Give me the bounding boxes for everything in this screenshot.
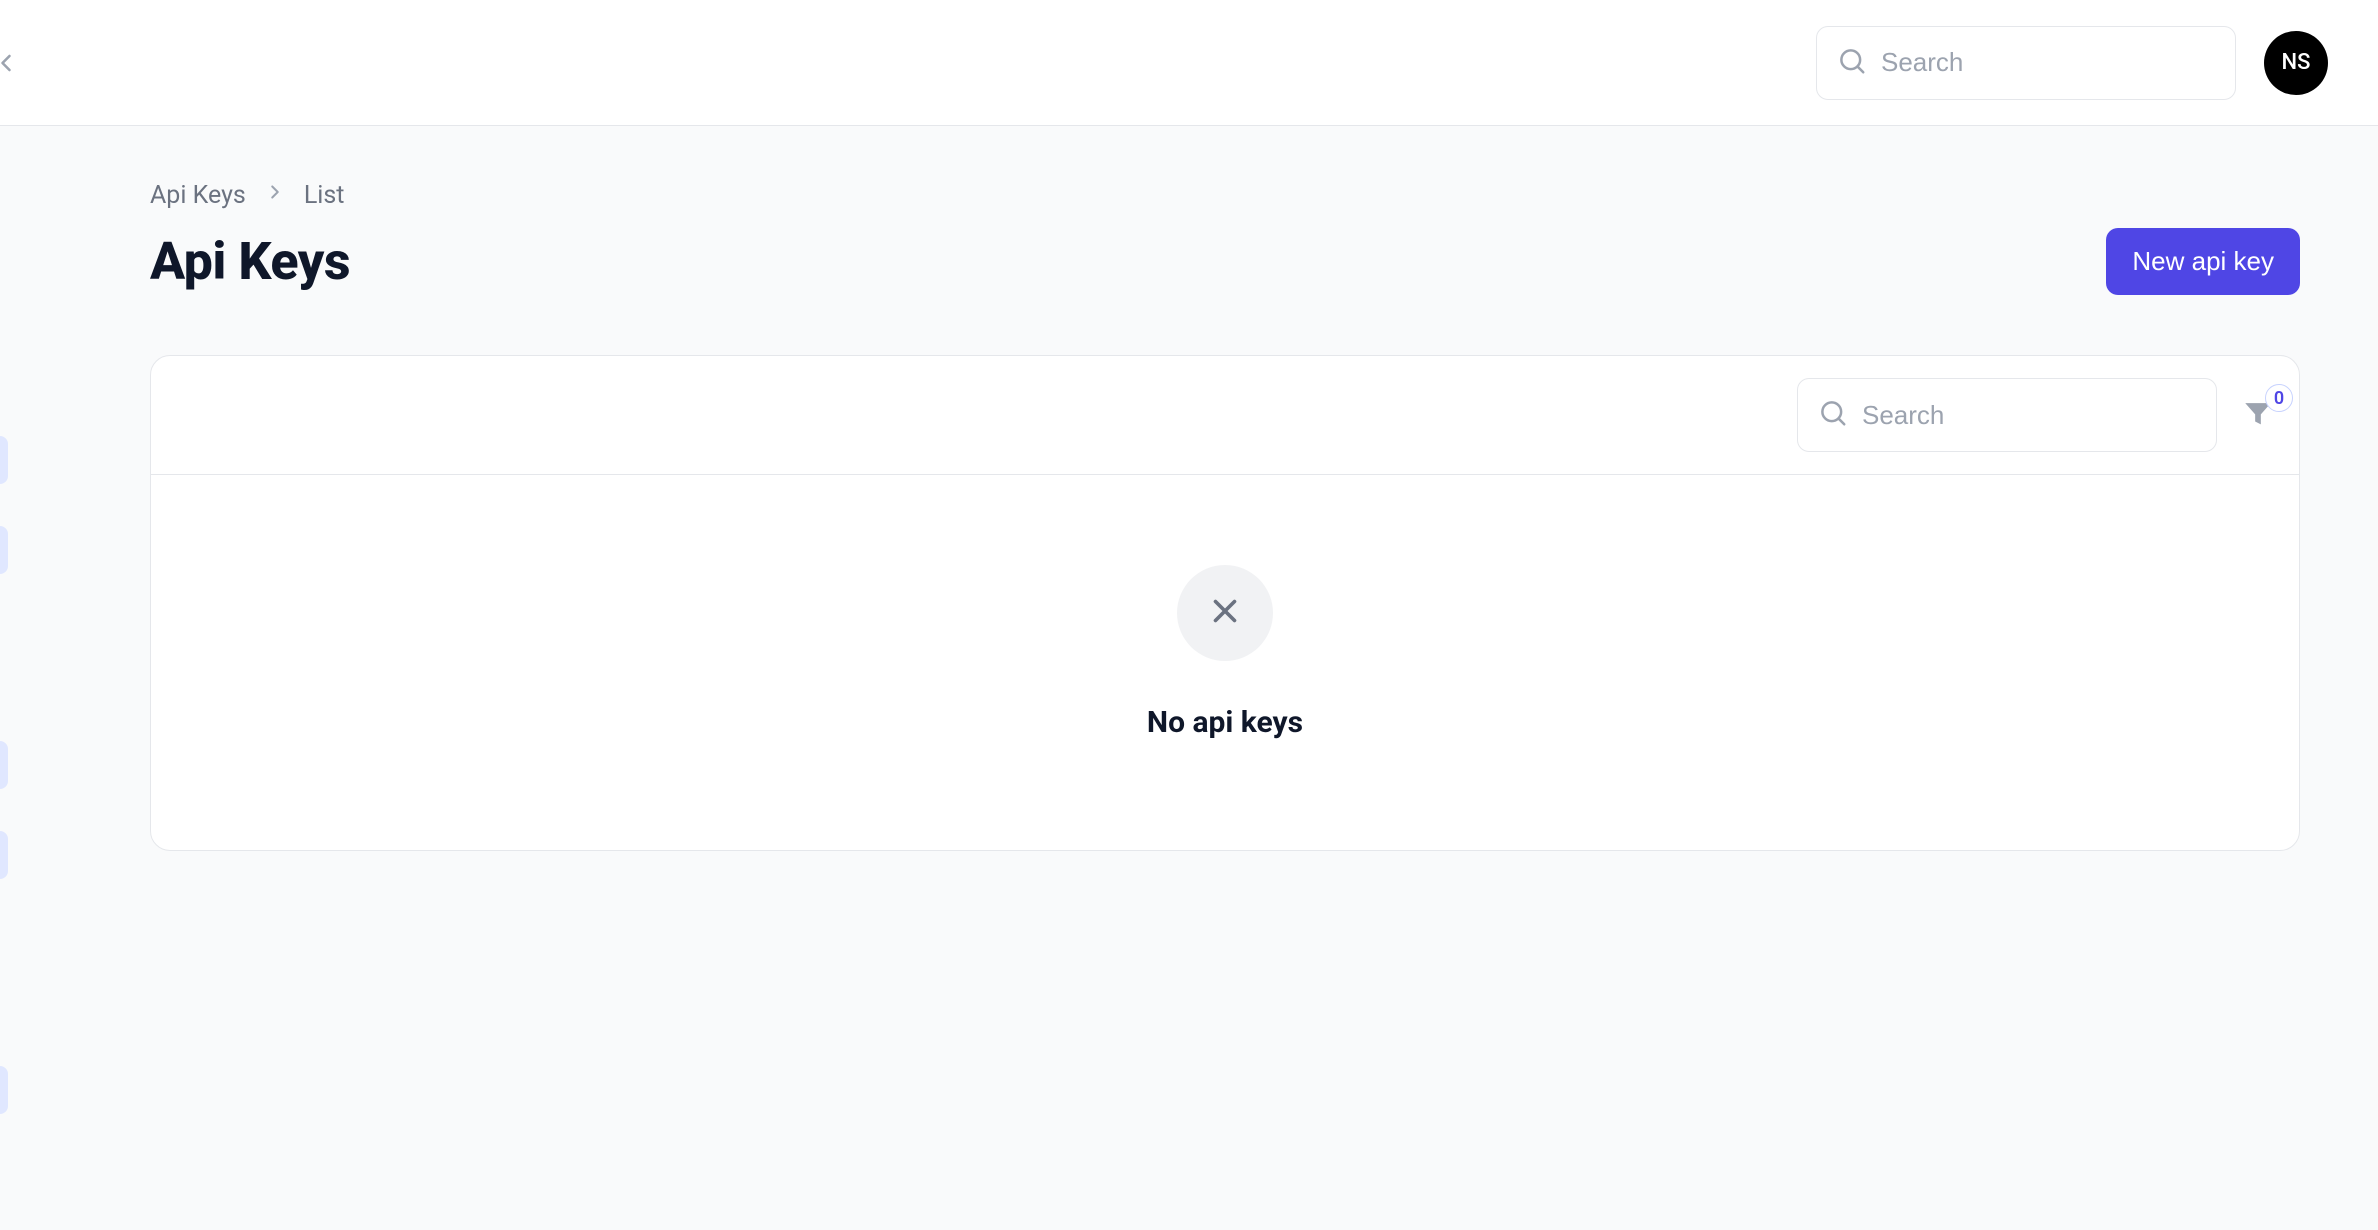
- card-toolbar: 0: [151, 356, 2299, 475]
- side-indicator[interactable]: [0, 526, 8, 574]
- empty-state: No api keys: [151, 475, 2299, 850]
- side-indicator[interactable]: [0, 436, 8, 484]
- page-header-row: Api Keys New api key: [150, 228, 2300, 295]
- card-search-field[interactable]: [1797, 378, 2217, 452]
- breadcrumb-item-api-keys[interactable]: Api Keys: [150, 181, 246, 210]
- chevron-right-icon: [264, 181, 286, 210]
- card-search-input[interactable]: [1862, 400, 2196, 431]
- main-area: Api Keys List Api Keys New api key: [0, 126, 2378, 1230]
- global-search-input[interactable]: [1881, 47, 2215, 78]
- new-api-key-button[interactable]: New api key: [2106, 228, 2300, 295]
- breadcrumb: Api Keys List: [150, 181, 2300, 210]
- global-search-field[interactable]: [1816, 26, 2236, 100]
- search-icon: [1837, 46, 1867, 80]
- user-avatar[interactable]: NS: [2264, 31, 2328, 95]
- avatar-initials: NS: [2282, 50, 2311, 75]
- breadcrumb-item-list[interactable]: List: [304, 181, 345, 210]
- filter-button[interactable]: 0: [2241, 396, 2275, 434]
- side-indicator[interactable]: [0, 1066, 8, 1114]
- empty-state-circle: [1177, 565, 1273, 661]
- back-chevron-icon[interactable]: [0, 49, 20, 77]
- api-keys-card: 0 No api keys: [150, 355, 2300, 851]
- side-indicator[interactable]: [0, 831, 8, 879]
- empty-state-text: No api keys: [1147, 705, 1303, 740]
- search-icon: [1818, 398, 1848, 432]
- x-icon: [1206, 592, 1244, 634]
- side-indicator[interactable]: [0, 741, 8, 789]
- page-title: Api Keys: [150, 231, 350, 292]
- filter-count-badge: 0: [2265, 384, 2293, 412]
- app-header: NS: [0, 0, 2378, 126]
